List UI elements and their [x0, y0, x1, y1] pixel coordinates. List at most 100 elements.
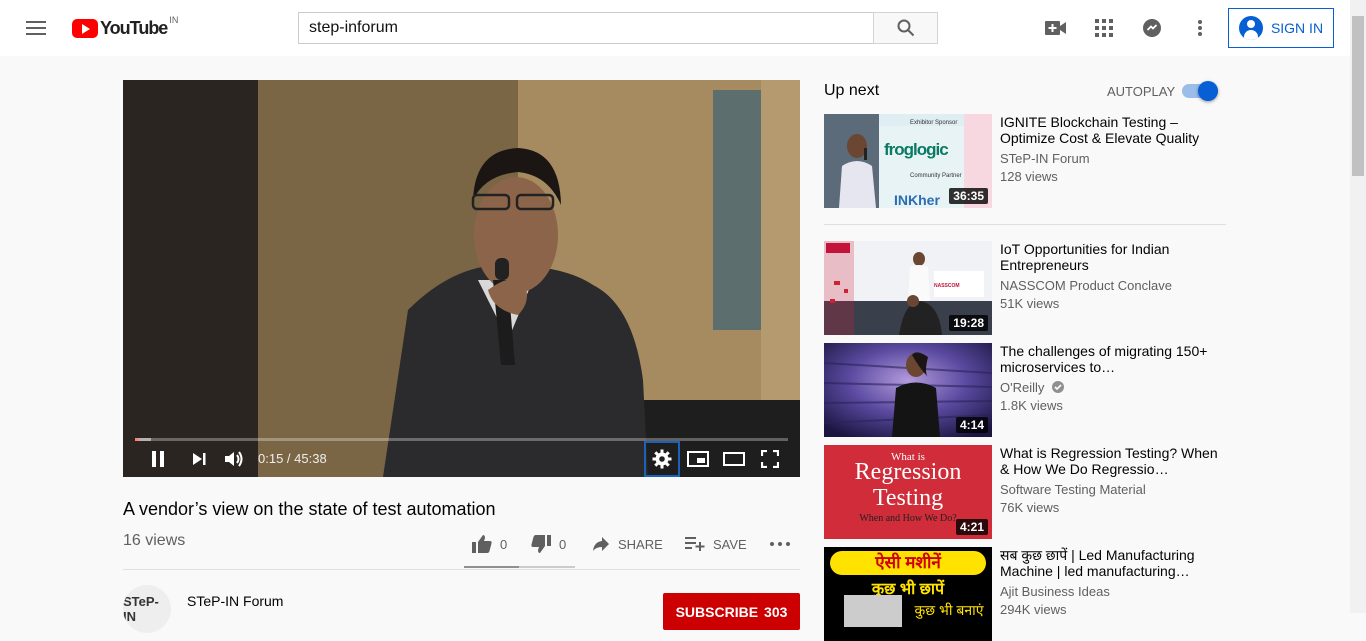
- view-count: 128 views: [1000, 169, 1058, 184]
- view-count: 294K views: [1000, 602, 1067, 617]
- sentiment-like-fill: [464, 566, 519, 568]
- theater-mode-button[interactable]: [721, 446, 747, 472]
- divider: [123, 569, 800, 570]
- more-actions-button[interactable]: [770, 532, 790, 556]
- more-horizontal-icon: [770, 542, 790, 546]
- video-frame: [123, 80, 800, 477]
- subscriber-count: 303: [764, 603, 788, 620]
- duration-badge: 4:14: [955, 417, 988, 433]
- next-icon: [193, 453, 206, 465]
- save-label: SAVE: [713, 536, 747, 552]
- masthead: YouTube IN SIGN IN: [0, 0, 1350, 56]
- search-icon: [897, 19, 914, 37]
- theater-mode-icon: [723, 452, 745, 466]
- duration-badge: 4:21: [955, 519, 988, 535]
- thumb-line1: ऐसी मशीनें: [830, 551, 986, 575]
- time-display: 0:15 / 45:38: [258, 451, 327, 466]
- thumbs-up-icon: [472, 535, 492, 553]
- channel-name[interactable]: NASSCOM Product Conclave: [1000, 278, 1172, 293]
- autoplay-toggle-knob[interactable]: [1198, 81, 1218, 101]
- autoplay-toggle[interactable]: [1182, 81, 1218, 101]
- country-code: IN: [169, 15, 179, 25]
- video-title[interactable]: सब कुछ छापें | Led Manufacturing Machine…: [1000, 547, 1220, 579]
- progress-bar[interactable]: [135, 438, 788, 441]
- channel-avatar-text: STeP-IN: [123, 594, 159, 624]
- like-button[interactable]: 0: [472, 532, 507, 556]
- list-item[interactable]: NASSCOM 19:28 IoT Opportunities for Indi…: [824, 241, 1226, 335]
- channel-name[interactable]: STeP-IN Forum: [187, 593, 283, 609]
- thumb-line1: Regression: [854, 459, 962, 485]
- search-input[interactable]: [298, 12, 874, 44]
- save-button[interactable]: SAVE: [685, 532, 747, 556]
- channel-avatar[interactable]: STeP-IN: [123, 585, 171, 633]
- duration-badge: 36:35: [949, 188, 988, 204]
- video-title[interactable]: IGNITE Blockchain Testing – Optimize Cos…: [1000, 114, 1220, 146]
- channel-name[interactable]: STeP-IN Forum: [1000, 151, 1090, 166]
- video-thumbnail[interactable]: NASSCOM 19:28: [824, 241, 992, 335]
- list-item[interactable]: Exhibitor Sponsor froglogic Community Pa…: [824, 114, 1226, 208]
- list-item[interactable]: 4:14 The challenges of migrating 150+ mi…: [824, 343, 1226, 437]
- thumb-partner: Community Partner: [910, 173, 962, 179]
- video-player[interactable]: [123, 80, 800, 477]
- thumb-line3: कुछ भी बनाएं: [914, 602, 984, 618]
- volume-icon: [225, 451, 243, 467]
- video-title[interactable]: What is Regression Testing? When & How W…: [1000, 445, 1220, 477]
- verified-icon: [1052, 381, 1065, 393]
- account-icon: [1238, 16, 1263, 40]
- youtube-logo[interactable]: YouTube IN: [72, 15, 179, 38]
- logo-text: YouTube: [100, 17, 168, 38]
- list-item[interactable]: What is Regression Testing When and How …: [824, 445, 1226, 539]
- playlist-add-icon: [685, 537, 705, 551]
- view-count: 16 views: [123, 532, 186, 549]
- video-thumbnail[interactable]: What is Regression Testing When and How …: [824, 445, 992, 539]
- thumb-logo-text: NASSCOM: [934, 283, 960, 289]
- dislike-button[interactable]: 0: [531, 532, 566, 556]
- channel-name-text: O'Reilly: [1000, 380, 1045, 395]
- fullscreen-icon: [761, 450, 779, 468]
- divider: [824, 224, 1226, 225]
- pause-button[interactable]: [145, 446, 171, 472]
- miniplayer-icon: [687, 451, 709, 467]
- sentiment-bar: [464, 566, 575, 568]
- fullscreen-button[interactable]: [757, 446, 783, 472]
- video-thumbnail[interactable]: Exhibitor Sponsor froglogic Community Pa…: [824, 114, 992, 208]
- youtube-logo-icon: [72, 18, 98, 38]
- video-title[interactable]: IoT Opportunities for Indian Entrepreneu…: [1000, 241, 1220, 273]
- subscribe-label: SUBSCRIBE: [675, 603, 759, 620]
- next-button[interactable]: [186, 446, 212, 472]
- page-scrollbar[interactable]: [1350, 0, 1366, 613]
- scrollbar-thumb[interactable]: [1352, 16, 1364, 176]
- thumb-line2: Testing: [872, 485, 944, 511]
- video-title[interactable]: The challenges of migrating 150+ microse…: [1000, 343, 1220, 375]
- messages-icon[interactable]: [1132, 8, 1172, 48]
- thumb-machine: [844, 595, 902, 627]
- menu-icon[interactable]: [16, 8, 56, 48]
- duration-badge: 19:28: [949, 315, 988, 331]
- sign-in-label: SIGN IN: [1270, 20, 1324, 36]
- search-button[interactable]: [873, 12, 938, 44]
- channel-name[interactable]: O'Reilly: [1000, 380, 1065, 395]
- video-thumbnail[interactable]: 4:14: [824, 343, 992, 437]
- thumb-sponsor: Exhibitor Sponsor: [910, 120, 958, 126]
- thumb-brand2: INKher: [894, 192, 940, 208]
- view-count: 76K views: [1000, 500, 1060, 515]
- apps-grid-icon[interactable]: [1084, 8, 1124, 48]
- video-thumbnail[interactable]: ऐसी मशीनें कुछ भी छापें कुछ भी बनाएं: [824, 547, 992, 641]
- settings-button[interactable]: [644, 441, 680, 477]
- list-item[interactable]: ऐसी मशीनें कुछ भी छापें कुछ भी बनाएं सब …: [824, 547, 1226, 641]
- channel-name[interactable]: Software Testing Material: [1000, 482, 1146, 497]
- pause-icon: [152, 451, 164, 467]
- subscribe-button[interactable]: SUBSCRIBE 303: [663, 593, 800, 630]
- share-icon: [593, 537, 609, 551]
- miniplayer-button[interactable]: [685, 446, 711, 472]
- share-button[interactable]: SHARE: [592, 532, 663, 556]
- more-options-icon[interactable]: [1180, 8, 1220, 48]
- sign-in-button[interactable]: SIGN IN: [1228, 8, 1334, 48]
- view-count: 1.8K views: [1000, 398, 1063, 413]
- create-video-icon[interactable]: [1036, 8, 1076, 48]
- thumb-brand-text: froglogic: [884, 140, 949, 159]
- up-next-heading: Up next: [824, 82, 880, 99]
- share-label: SHARE: [618, 536, 663, 552]
- volume-button[interactable]: [221, 446, 247, 472]
- channel-name[interactable]: Ajit Business Ideas: [1000, 584, 1110, 599]
